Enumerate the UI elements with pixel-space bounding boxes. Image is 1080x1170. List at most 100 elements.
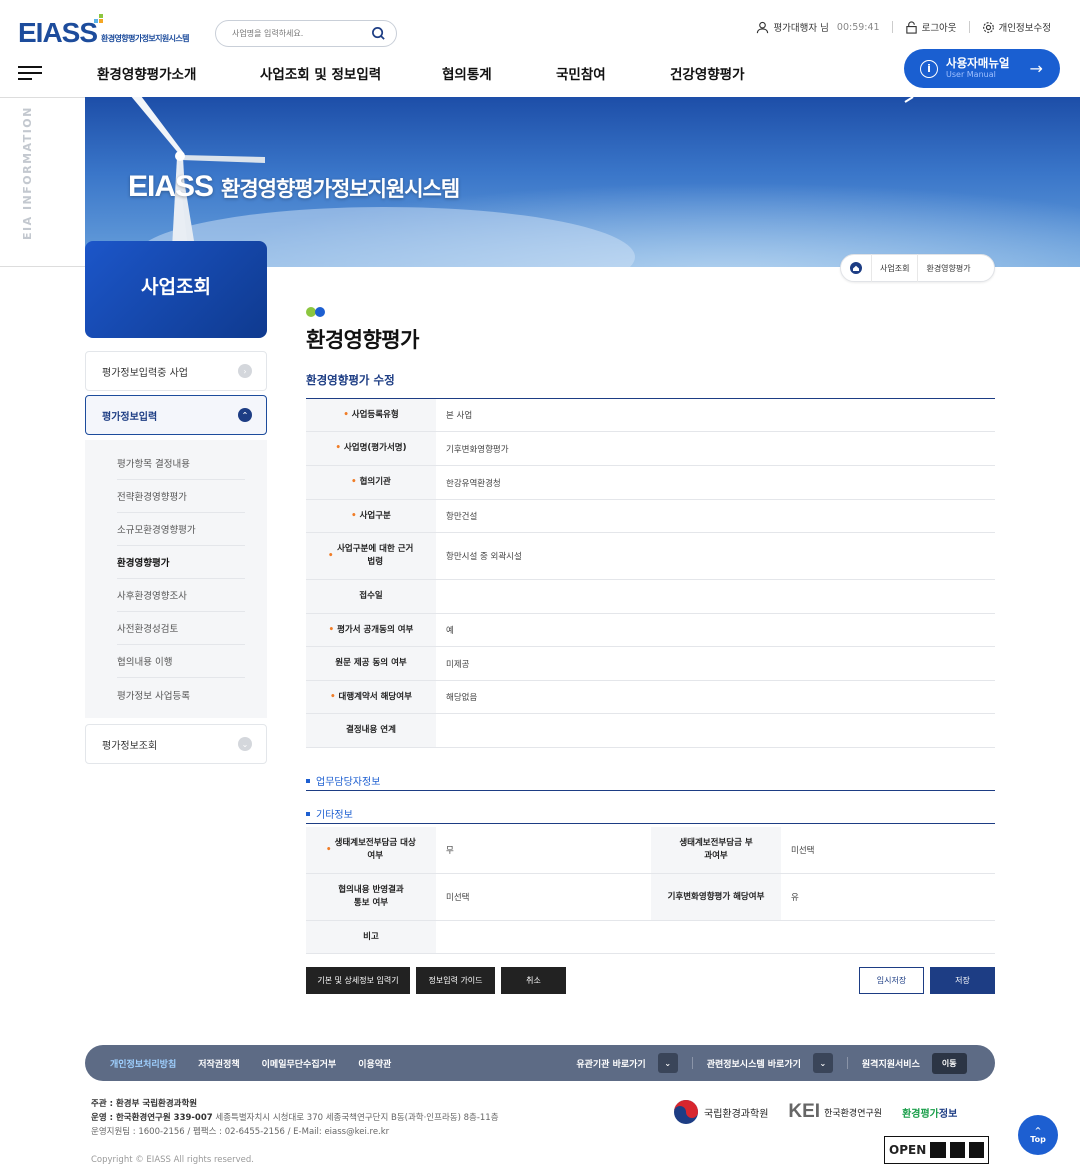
site-logo[interactable]: EIASS 환경영향평가정보지원시스템 <box>18 14 190 48</box>
breadcrumb-item[interactable]: 사업조회 <box>872 263 917 274</box>
related-orgs-label: 유관기관 바로가기 <box>576 1059 646 1070</box>
sub-item-eia[interactable]: 환경영향평가 <box>117 546 245 579</box>
eia-info-logo[interactable]: 환경평가정보 <box>902 1105 957 1120</box>
footer-operator: 운영 : 한국환경연구원 339-007 <box>91 1113 213 1123</box>
row-value[interactable]: 미선택 <box>436 874 651 920</box>
lnb-item-input[interactable]: 평가정보입력 ⌃ <box>85 395 267 435</box>
search-box <box>215 20 397 47</box>
sub-item-implementation[interactable]: 협의내용 이행 <box>117 645 245 678</box>
kei-logo-en: KEI <box>788 1101 821 1122</box>
table-row: 접수일 <box>306 580 995 614</box>
row-value[interactable]: 한강유역환경청 <box>436 466 995 499</box>
row-value[interactable]: 유 <box>781 874 995 920</box>
gnb-item-project-search[interactable]: 사업조회 및 정보입력 <box>260 63 381 83</box>
logo-sub-text: 환경영향평가정보지원시스템 <box>101 34 189 43</box>
gnb-item-participation[interactable]: 국민참여 <box>556 63 606 83</box>
user-label: 평가대행자 님 <box>773 23 829 34</box>
kei-logo-kr: 한국환경연구원 <box>824 1108 883 1119</box>
footer-link-terms[interactable]: 이용약관 <box>358 1057 391 1070</box>
lock-icon <box>905 20 917 34</box>
row-value[interactable] <box>436 580 995 613</box>
related-systems-label: 관련정보시스템 바로가기 <box>706 1059 801 1070</box>
footer-link-copyright[interactable]: 저작권정책 <box>198 1057 239 1070</box>
row-value[interactable]: 예 <box>436 614 995 646</box>
chevron-down-icon[interactable]: ⌄ <box>657 1053 678 1073</box>
home-icon[interactable] <box>841 262 871 274</box>
row-label: 생태계보전부담금 부과여부 <box>651 827 781 873</box>
save-button[interactable]: 저장 <box>930 967 995 994</box>
title-dots-icon <box>306 307 325 317</box>
sub-item-eval-items[interactable]: 평가항목 결정내용 <box>117 447 245 480</box>
sub-item-small-scale[interactable]: 소규모환경영향평가 <box>117 513 245 546</box>
row-label: • 사업명(평가서명) <box>306 432 436 465</box>
table-row: • 생태계보전부담금 대상여부 무 생태계보전부담금 부과여부 미선택 <box>306 827 995 874</box>
search-input[interactable] <box>232 29 362 38</box>
session-timer: 00:59:41 <box>836 21 880 33</box>
subsection-manager-info[interactable]: 업무담당자정보 <box>306 771 995 791</box>
row-value[interactable] <box>436 921 995 953</box>
logout-label: 로그아웃 <box>921 23 957 34</box>
footer-link-email[interactable]: 이메일무단수집거부 <box>262 1057 337 1070</box>
footer-logos: 국립환경과학원 KEI 한국환경연구원 환경평가정보 <box>674 1100 957 1124</box>
footer-host: 주관 : 환경부 국립환경과학원 <box>91 1099 198 1109</box>
hero-side-text: EIA INFORMATION <box>21 106 34 240</box>
row-label: 원문 제공 동의 여부 <box>306 647 436 680</box>
lnb-item-in-progress[interactable]: 평가정보입력중 사업 › <box>85 351 267 391</box>
manual-sub: User Manual <box>946 70 996 79</box>
taegeuk-icon <box>674 1100 698 1124</box>
row-value[interactable]: 항만시설 중 외곽시설 <box>436 533 995 579</box>
cancel-button[interactable]: 취소 <box>501 967 566 994</box>
breadcrumb: 사업조회 환경영향평가 <box>840 254 995 282</box>
temp-save-button[interactable]: 임시저장 <box>859 967 924 994</box>
remote-support-label: 원격지원서비스 <box>861 1059 920 1070</box>
search-icon[interactable] <box>371 26 386 41</box>
user-info: 평가대행자 님 00:59:41 <box>756 20 880 34</box>
hero-left-panel <box>0 97 85 267</box>
kei-logo[interactable]: KEI 한국환경연구원 <box>788 1101 882 1123</box>
row-value[interactable]: 미선택 <box>781 827 995 873</box>
sub-item-register[interactable]: 평가정보 사업등록 <box>117 678 245 711</box>
chevron-right-icon: › <box>238 364 252 378</box>
row-label: 기후변화영향평가 해당여부 <box>651 874 781 920</box>
scroll-top-button[interactable]: ^ Top <box>1018 1115 1058 1155</box>
row-value[interactable]: 항만건설 <box>436 500 995 532</box>
table-row: • 사업명(평가서명) 기후변화영향평가 <box>306 432 995 466</box>
sub-item-strategic[interactable]: 전략환경영향평가 <box>117 480 245 513</box>
breadcrumb-item-current[interactable]: 환경영향평가 <box>918 263 978 274</box>
profile-edit-link[interactable]: 개인정보수정 <box>982 20 1051 34</box>
chevron-down-icon[interactable]: ⌄ <box>812 1053 833 1073</box>
section-title: 환경영향평가 수정 <box>306 373 395 387</box>
table-row: • 사업구분 항만건설 <box>306 500 995 533</box>
row-label: • 평가서 공개동의 여부 <box>306 614 436 646</box>
page-title: 환경영향평가 <box>306 328 419 352</box>
sub-item-pre[interactable]: 사전환경성검토 <box>117 612 245 645</box>
hero-title: EIASS 환경영향평가정보지원시스템 <box>128 170 460 204</box>
chevron-up-icon: ^ <box>1034 1126 1042 1135</box>
gnb-item-eia-intro[interactable]: 환경영향평가소개 <box>97 63 196 83</box>
subsection-etc-info[interactable]: 기타정보 <box>306 804 995 824</box>
profile-edit-label: 개인정보수정 <box>998 23 1051 34</box>
basic-detail-input-button[interactable]: 기본 및 상세정보 입력기 <box>306 967 410 994</box>
row-label: 결정내용 연계 <box>306 714 436 747</box>
lnb-item-search[interactable]: 평가정보조회 ⌄ <box>85 724 267 764</box>
user-manual-button[interactable]: i 사용자매뉴얼 User Manual → <box>904 49 1060 88</box>
arrow-right-icon: → <box>1029 59 1043 78</box>
row-value[interactable]: 본 사업 <box>436 399 995 431</box>
sub-item-post[interactable]: 사후환경영향조사 <box>117 579 245 612</box>
go-button[interactable]: 이동 <box>931 1052 967 1074</box>
logout-link[interactable]: 로그아웃 <box>905 20 957 34</box>
row-value[interactable]: 해당없음 <box>436 681 995 713</box>
gnb-item-stats[interactable]: 협의통계 <box>442 63 492 83</box>
row-label: • 사업구분에 대한 근거법령 <box>306 533 436 579</box>
nier-logo[interactable]: 국립환경과학원 <box>674 1100 768 1124</box>
table-row: 협의내용 반영결과 통보 여부 미선택 기후변화영향평가 해당여부 유 <box>306 874 995 921</box>
row-value[interactable]: 무 <box>436 827 651 873</box>
input-guide-button[interactable]: 정보입력 가이드 <box>416 967 495 994</box>
gnb-item-health[interactable]: 건강영향평가 <box>670 63 745 83</box>
row-value[interactable]: 미제공 <box>436 647 995 680</box>
footer-link-privacy[interactable]: 개인정보처리방침 <box>110 1057 176 1070</box>
footer-contact: 운영지원팀 : 1600-2156 / 펩팩스 : 02-6455-2156 /… <box>91 1127 390 1137</box>
menu-icon[interactable] <box>18 66 42 80</box>
row-value[interactable]: 기후변화영향평가 <box>436 432 995 465</box>
row-value[interactable] <box>436 714 995 747</box>
